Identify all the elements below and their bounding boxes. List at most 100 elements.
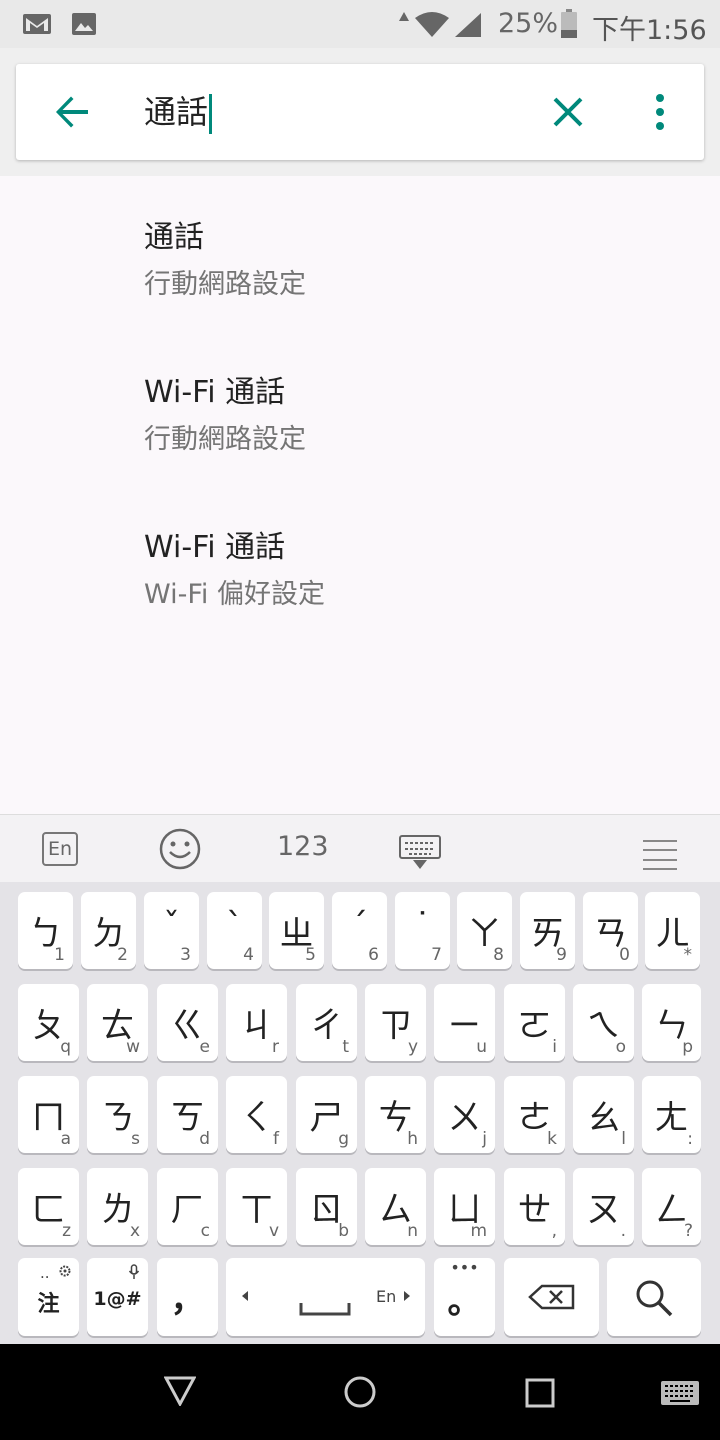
key[interactable]: ㄐr [226, 984, 287, 1061]
result-summary: 行動網路設定 [144, 269, 306, 300]
key[interactable]: ˇ3 [144, 892, 199, 969]
menu-icon[interactable] [642, 833, 678, 877]
gear-icon [59, 1265, 71, 1277]
zhuyin-mode-key[interactable]: .. 注 [18, 1258, 79, 1336]
search-results: 通話 行動網路設定 Wi-Fi 通話 行動網路設定 Wi-Fi 通話 Wi-Fi… [0, 176, 720, 814]
key[interactable]: ㄡ. [573, 1168, 634, 1245]
key[interactable]: ㄩm [434, 1168, 495, 1245]
key[interactable]: ㄢ0 [583, 892, 638, 969]
dots-label: .. [40, 1264, 50, 1282]
key[interactable]: ㄦ * [645, 892, 700, 969]
backspace-icon [528, 1284, 575, 1310]
key[interactable]: ㄇa [18, 1076, 79, 1153]
key[interactable]: ㄥ? [642, 1168, 701, 1245]
more-vert-icon [656, 94, 664, 130]
key[interactable]: ㄛi [504, 984, 565, 1061]
key[interactable]: ㄞ9 [520, 892, 575, 969]
arrow-back-icon [56, 96, 88, 128]
zhuyin-keyboard: ㄅ1 ㄉ2 ˇ3 ˋ4 ㄓ5 ˊ6 ˙ 7 ㄚ8 ㄞ9 ㄢ0 ㄦ * ㄆq ㄊw ㄍ… [0, 882, 720, 1344]
result-title: Wi-Fi 通話 [144, 530, 286, 565]
symbols-label: 1@# [93, 1288, 142, 1310]
space-key[interactable]: En [226, 1258, 425, 1336]
key[interactable]: ㄆq [18, 984, 79, 1061]
status-time: 下午1:56 [592, 15, 707, 46]
key[interactable]: ㄋs [87, 1076, 148, 1153]
backspace-key[interactable] [504, 1258, 599, 1336]
comma-key[interactable]: ， [157, 1258, 218, 1336]
key[interactable]: ㄈz [18, 1168, 79, 1245]
period-key[interactable]: ••• 。 [434, 1258, 495, 1336]
key[interactable]: ㄌx [87, 1168, 148, 1245]
key[interactable]: ㄣp [642, 984, 701, 1061]
key[interactable]: ㄔt [296, 984, 357, 1061]
keyboard-toolbar: En 123 [0, 814, 720, 882]
key[interactable]: ㄠl [573, 1076, 634, 1153]
battery-percent: 25% [498, 8, 559, 39]
result-summary: Wi-Fi 偏好設定 [144, 579, 325, 610]
key[interactable]: ㄍe [157, 984, 218, 1061]
chevron-left-icon [242, 1291, 248, 1301]
more-options-button[interactable] [636, 88, 684, 136]
search-input[interactable]: 通話 [144, 86, 213, 138]
status-bar: 25% 下午1:56 [0, 0, 720, 48]
symbols-key[interactable]: 1@# [87, 1258, 148, 1336]
language-button[interactable]: En [42, 832, 78, 866]
key[interactable]: ㄗy [365, 984, 426, 1061]
result-title: 通話 [144, 220, 204, 255]
space-lang-label: En [376, 1287, 397, 1306]
key[interactable]: ㄝ, [504, 1168, 565, 1245]
zhuyin-mode-label: 注 [37, 1292, 60, 1317]
result-item[interactable]: 通話 行動網路設定 [0, 176, 720, 331]
space-bar-icon [299, 1303, 351, 1316]
result-item[interactable]: Wi-Fi 通話 行動網路設定 [0, 331, 720, 486]
key[interactable]: ㄅ1 [18, 892, 73, 969]
key[interactable]: ㄤ: [642, 1076, 701, 1153]
key[interactable]: ㄧu [434, 984, 495, 1061]
key[interactable]: ㄒv [226, 1168, 287, 1245]
image-icon [72, 13, 96, 35]
keyboard-hide-icon[interactable] [399, 831, 441, 875]
chevron-right-icon [404, 1291, 410, 1301]
search-icon [636, 1280, 673, 1317]
emoji-icon[interactable] [158, 827, 202, 871]
back-button[interactable] [48, 88, 96, 136]
recents-square-icon[interactable] [525, 1378, 555, 1408]
mic-icon [128, 1264, 140, 1279]
result-summary: 行動網路設定 [144, 424, 306, 455]
key[interactable]: ㄎd [157, 1076, 218, 1153]
wifi-icon [415, 12, 449, 37]
home-circle-icon[interactable] [343, 1375, 377, 1409]
key[interactable]: ㄑf [226, 1076, 287, 1153]
battery-icon [561, 9, 577, 38]
search-query: 通話 [144, 93, 209, 131]
close-icon [553, 97, 583, 127]
search-area: 通話 [0, 48, 720, 176]
back-triangle-icon[interactable] [164, 1376, 196, 1406]
key[interactable]: ㄏc [157, 1168, 218, 1245]
gmail-icon [23, 14, 51, 34]
period-label: 。 [447, 1282, 482, 1322]
search-key[interactable] [607, 1258, 701, 1336]
key[interactable]: ㄕg [296, 1076, 357, 1153]
keyboard-switch-icon[interactable] [660, 1380, 700, 1406]
clear-search-button[interactable] [544, 88, 592, 136]
key[interactable]: ㄜk [504, 1076, 565, 1153]
key[interactable]: ˙ 7 [395, 892, 450, 969]
search-bar: 通話 [16, 64, 704, 160]
key[interactable]: ㄘh [365, 1076, 426, 1153]
key[interactable]: ㄚ8 [457, 892, 512, 969]
key[interactable]: ˋ4 [207, 892, 262, 969]
key[interactable]: ㄙn [365, 1168, 426, 1245]
data-arrow-icon [399, 12, 409, 21]
key[interactable]: ˊ6 [332, 892, 387, 969]
numbers-button[interactable]: 123 [277, 831, 329, 875]
key[interactable]: ㄓ5 [269, 892, 324, 969]
key[interactable]: ㄖb [296, 1168, 357, 1245]
key[interactable]: ㄉ2 [81, 892, 136, 969]
result-title: Wi-Fi 通話 [144, 375, 286, 410]
result-item[interactable]: Wi-Fi 通話 Wi-Fi 偏好設定 [0, 486, 720, 641]
text-caret [209, 94, 213, 134]
key[interactable]: ㄊw [87, 984, 148, 1061]
key[interactable]: ㄟo [573, 984, 634, 1061]
key[interactable]: ㄨj [434, 1076, 495, 1153]
